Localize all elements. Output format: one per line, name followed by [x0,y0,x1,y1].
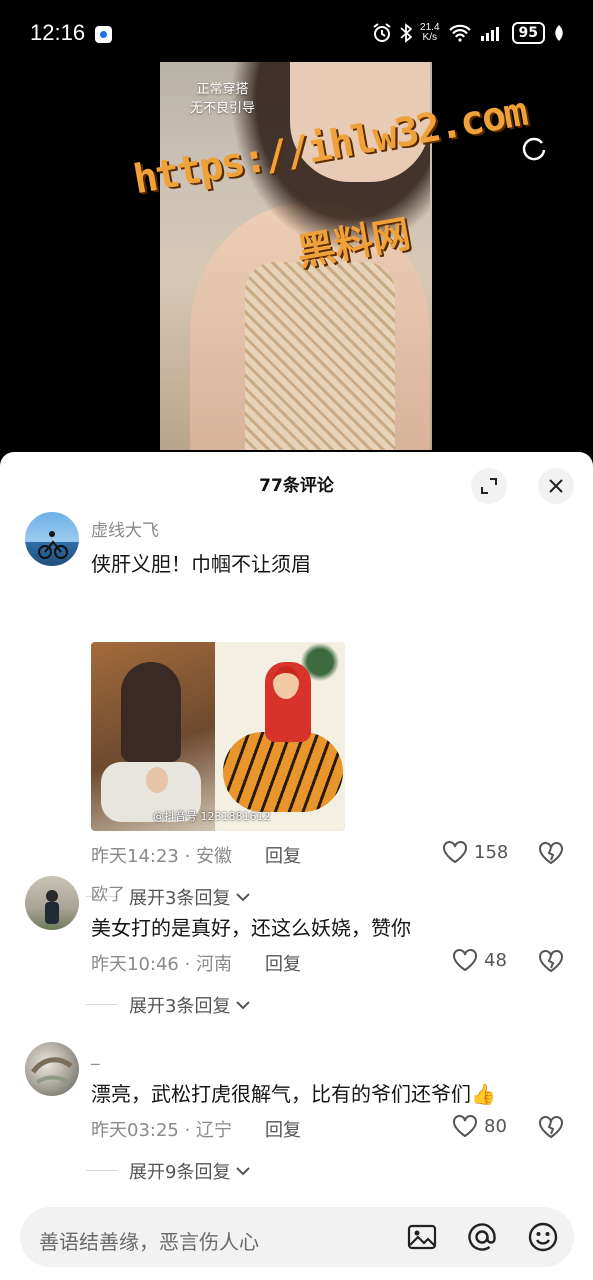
comment-input-placeholder[interactable]: 善语结善缘，恶言伤人心 [39,1226,259,1255]
wifi-icon [448,24,471,42]
like-count: 80 [484,1115,507,1137]
expand-replies-button[interactable]: 展开9条回复 [129,1158,251,1184]
status-time: 12:16 [30,20,86,45]
expand-icon [481,478,497,494]
broken-heart-icon[interactable] [538,840,564,866]
comment-text: 漂亮，武松打虎很解气，比有的爷们还爷们👍 [91,1082,496,1106]
comment-time: 昨天14:23 [91,846,179,867]
comment-input-bar[interactable]: 善语结善缘，恶言伤人心 [20,1207,574,1267]
comment-username[interactable]: _ [91,1046,100,1066]
image-watermark: @抖音号 1231881612 [153,810,271,823]
avatar[interactable] [25,512,79,566]
like-button[interactable]: 48 [452,948,507,972]
heart-icon [443,841,467,864]
image-tiger [223,732,343,812]
chevron-down-icon [236,1167,251,1176]
expand-replies-label: 展开3条回复 [129,996,231,1017]
person-icon [45,890,59,924]
avatar[interactable] [25,876,79,930]
like-count: 48 [484,949,507,971]
status-bar: 12:16 21.4 K/s 95 [0,0,593,62]
heart-icon [453,949,477,972]
broken-heart-icon[interactable] [538,948,564,974]
expand-replies-button[interactable]: 展开3条回复 [129,992,251,1018]
comment-text: 侠肝义胆！巾帼不让须眉 [91,552,311,576]
avatar[interactable] [25,1042,79,1096]
like-count: 158 [474,841,509,863]
comment-location: 河南 [196,954,233,975]
expand-divider [86,1004,118,1005]
alarm-icon [373,23,391,42]
image-figure [121,662,181,762]
video-outfit [245,262,395,450]
video-player[interactable]: 正常穿搭 无不良引导 https://ihlw32.com 黑料网 [0,62,593,450]
image-figure [273,666,299,699]
reply-button[interactable]: 回复 [265,842,301,868]
expand-button[interactable] [471,468,507,504]
comment-username[interactable]: 虚线大飞 [91,516,159,541]
video-caption-line2: 无不良引导 [190,101,256,116]
broken-heart-icon[interactable] [538,1114,564,1140]
like-button[interactable]: 80 [452,1114,507,1138]
abstract-avatar-icon [30,1057,73,1084]
image-icon[interactable] [406,1221,438,1253]
status-icons: 21.4 K/s 95 [372,20,565,46]
like-button[interactable]: 158 [442,840,508,864]
comment-time: 昨天10:46 [91,954,179,975]
close-button[interactable] [538,468,574,504]
bicycle-icon [38,531,68,559]
emoji-icon[interactable] [527,1221,559,1253]
comment-location: 安徽 [196,846,233,867]
comment-time-location: 昨天03:25 · 辽宁 [91,1120,233,1141]
comment-image[interactable]: @抖音号 1231881612 [91,642,345,831]
expand-replies-label: 展开9条回复 [129,1162,231,1183]
comments-sheet: 77条评论 虚线大飞 侠肝义胆！巾帼不让须眉 @抖音号 1231881612 昨… [0,452,593,1280]
video-caption-line1: 正常穿搭 [196,82,249,97]
image-figure [146,767,168,793]
signal-icon [480,27,499,41]
refresh-icon[interactable] [520,134,548,162]
video-caption: 正常穿搭 无不良引导 [190,80,255,118]
image-panel-right [215,642,345,831]
app-notification-icon [95,26,112,43]
mention-icon[interactable] [466,1221,498,1253]
expand-replies-button[interactable]: 展开3条回复 [129,884,251,910]
reply-button[interactable]: 回复 [265,950,301,976]
reply-button[interactable]: 回复 [265,1116,301,1142]
chevron-down-icon [236,1001,251,1010]
network-speed-unit: K/s [422,32,437,43]
expand-replies-label: 展开3条回复 [129,888,231,909]
image-panel-left [91,642,215,831]
comment-location: 辽宁 [196,1120,233,1141]
network-speed: 21.4 K/s [420,23,439,43]
comment-time-location: 昨天14:23 · 安徽 [91,846,233,867]
chevron-down-icon [236,893,251,902]
expand-divider [86,1170,118,1171]
leaf-icon [555,25,563,41]
comment-time-location: 昨天10:46 · 河南 [91,954,233,975]
comment-time: 昨天03:25 [91,1120,179,1141]
close-icon [549,479,563,493]
comment-text: 美女打的是真好，还这么妖娆，赞你 [91,916,411,940]
battery-indicator: 95 [511,22,545,44]
heart-icon [453,1115,477,1138]
bluetooth-icon [400,23,413,43]
comment-username[interactable]: 欧了 [91,880,125,905]
